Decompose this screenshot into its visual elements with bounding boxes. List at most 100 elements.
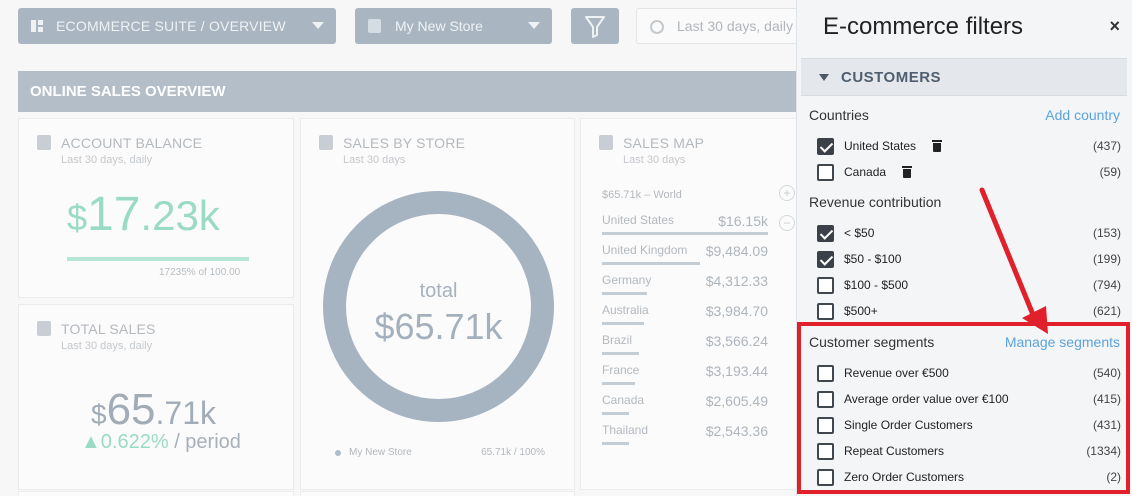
section-title-bar: ONLINE SALES OVERVIEW [18, 71, 808, 112]
zoom-in-button[interactable]: + [779, 185, 795, 201]
shopping-bag-icon [37, 321, 51, 336]
date-range-label: Last 30 days, daily [677, 18, 793, 34]
filter-option-label: $100 - $500 [844, 278, 909, 292]
dashboard-background: ECOMMERCE SUITE / OVERVIEW My New Store … [0, 0, 836, 496]
map-country-value: $4,312.33 [705, 273, 768, 289]
map-country-bar [602, 232, 768, 235]
shopping-bag-icon [319, 135, 333, 150]
trash-icon[interactable] [902, 166, 913, 178]
collapse-triangle-icon [819, 73, 829, 81]
sales-map-card: SALES MAP Last 30 days $65.71k – World +… [580, 118, 800, 490]
map-country-name: Brazil [602, 333, 633, 347]
filter-option[interactable]: $50 - $100 (199) [817, 249, 1121, 269]
map-country-name: France [602, 363, 640, 377]
progress-bar [67, 257, 249, 261]
filter-option[interactable]: $500+ (621) [817, 301, 1121, 321]
map-country-row: Australia $3,984.70 [602, 303, 768, 325]
dashboard-select[interactable]: ECOMMERCE SUITE / OVERVIEW [18, 8, 336, 44]
filter-option[interactable]: Canada (59) [817, 162, 1121, 182]
checkbox[interactable] [817, 276, 834, 294]
shopping-bag-icon [37, 135, 51, 150]
filter-icon [585, 16, 605, 38]
card-subtitle: Last 30 days, daily [61, 154, 153, 166]
add-country-link[interactable]: Add country [1045, 107, 1120, 123]
shopping-bag-icon [599, 135, 613, 150]
map-country-name: Canada [602, 393, 645, 407]
account-balance-value: $17.23k [67, 188, 220, 241]
filter-option-count: (153) [1092, 226, 1121, 240]
countries-heading: Countries [809, 107, 869, 123]
store-select-label: My New Store [395, 18, 483, 34]
map-country-row: United States $16.15k [602, 213, 768, 235]
map-country-name: United Kingdom [602, 243, 688, 257]
filter-option[interactable]: $100 - $500 (794) [817, 275, 1121, 295]
highlight-box [797, 322, 1130, 494]
filter-option-label: $50 - $100 [844, 252, 902, 266]
close-icon[interactable]: × [1109, 16, 1120, 37]
map-country-value: $2,543.36 [705, 423, 768, 439]
checkbox[interactable] [817, 224, 834, 242]
filter-option-count: (59) [1099, 165, 1121, 179]
map-country-bar [602, 262, 700, 265]
checkbox[interactable] [817, 137, 834, 155]
checkbox[interactable] [817, 250, 834, 268]
map-country-bar [602, 442, 629, 445]
panel-title: E-commerce filters [823, 13, 1024, 40]
map-country-name: Australia [602, 303, 649, 317]
map-country-row: Germany $4,312.33 [602, 273, 768, 295]
map-country-row: United Kingdom $9,484.09 [602, 243, 768, 265]
revenue-heading: Revenue contribution [809, 194, 942, 210]
filter-option-label: United States [844, 139, 917, 153]
donut-value: $65.71k [374, 306, 503, 347]
period-delta: ▲0.622% / period [81, 431, 241, 453]
map-country-value: $16.15k [718, 213, 768, 229]
dashboard-select-label: ECOMMERCE SUITE / OVERVIEW [56, 18, 286, 34]
store-select[interactable]: My New Store [355, 8, 552, 44]
shopping-bag-icon [368, 19, 381, 33]
filter-option[interactable]: < $50 (153) [817, 223, 1121, 243]
filter-option[interactable]: United States (437) [817, 136, 1121, 156]
map-country-name: United States [602, 213, 675, 227]
dashboard-grid-icon [31, 20, 43, 32]
card-subtitle: Last 30 days, daily [61, 340, 153, 352]
map-country-bar [602, 352, 639, 355]
map-country-value: $3,984.70 [705, 303, 768, 319]
map-country-value: $3,566.24 [705, 333, 768, 349]
checkbox[interactable] [817, 302, 834, 320]
dashboard-toolbar: ECOMMERCE SUITE / OVERVIEW My New Store … [18, 8, 836, 46]
filter-option-count: (794) [1092, 278, 1121, 292]
sales-by-store-card: SALES BY STORE Last 30 days total $65.71… [300, 118, 575, 490]
progress-note: 17235% of 100.00 [159, 267, 241, 278]
map-country-value: $3,193.44 [705, 363, 768, 379]
donut-chart: total $65.71k [323, 191, 554, 422]
card-title: SALES BY STORE [343, 135, 466, 151]
total-sales-card: TOTAL SALES Last 30 days, daily $65.71k … [18, 304, 294, 490]
map-country-name: Germany [602, 273, 652, 287]
filter-button[interactable] [571, 8, 619, 44]
filter-option-count: (437) [1092, 139, 1121, 153]
card-subtitle: Last 30 days [343, 154, 406, 166]
filter-option-label: Canada [844, 165, 887, 179]
chevron-down-icon [528, 22, 540, 29]
card-subtitle: Last 30 days [623, 154, 686, 166]
donut-legend: My New Store 65.71k / 100% [335, 447, 545, 458]
map-country-row: Canada $2,605.49 [602, 393, 768, 415]
filter-option-label: $500+ [844, 304, 878, 318]
donut-label: total [419, 280, 458, 302]
map-country-bar [602, 322, 644, 325]
card-title: ACCOUNT BALANCE [61, 135, 203, 151]
total-sales-value: $65.71k [91, 385, 217, 434]
map-country-value: $2,605.49 [705, 393, 768, 409]
legend-value: 65.71k / 100% [481, 447, 545, 458]
customers-section-header[interactable]: CUSTOMERS [801, 58, 1127, 96]
checkbox[interactable] [817, 163, 834, 181]
map-country-row: France $3,193.44 [602, 363, 768, 385]
section-title: ONLINE SALES OVERVIEW [30, 83, 226, 100]
clock-icon [650, 20, 664, 34]
trash-icon[interactable] [932, 140, 943, 152]
map-country-bar [602, 292, 647, 295]
card-bottom-left [18, 491, 294, 496]
map-country-row: Thailand $2,543.36 [602, 423, 768, 445]
zoom-out-button[interactable]: − [779, 215, 795, 231]
map-country-name: Thailand [602, 423, 649, 437]
